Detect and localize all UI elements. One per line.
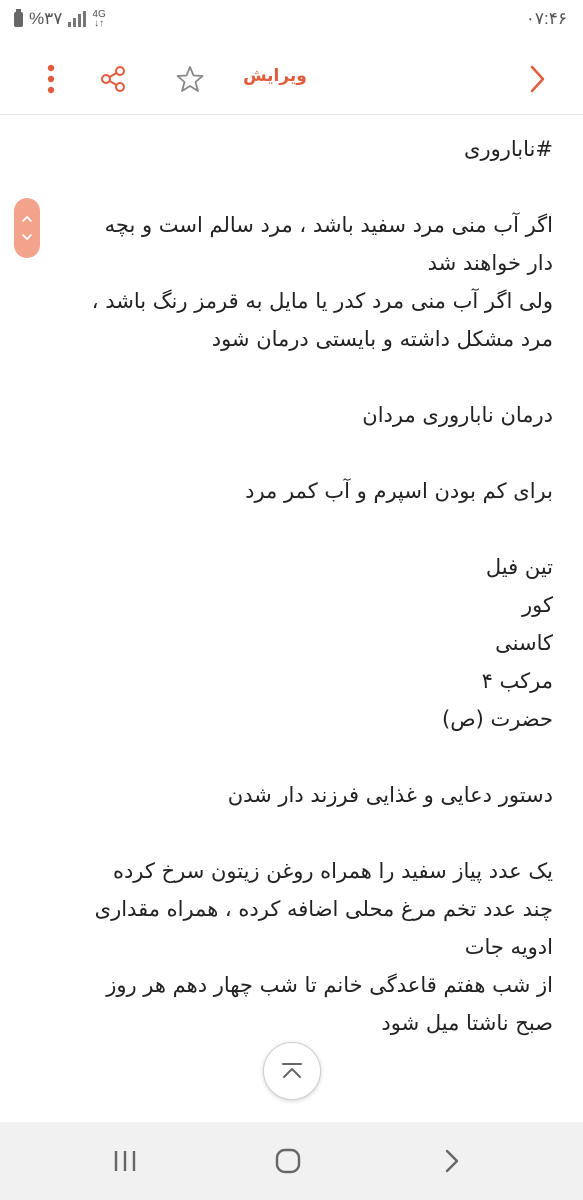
note-line: یک عدد پیاز سفید را همراه روغن زیتون سرخ… [112,859,553,883]
note-line [30,168,553,206]
note-line [30,510,553,548]
note-line: از شب هفتم قاعدگی خانم تا شب چهار دهم هر… [106,973,553,997]
edit-button[interactable]: ویرایش [230,66,320,86]
recents-icon [114,1151,136,1171]
nav-back-icon [445,1149,459,1173]
note-line: درمان ناباروری مردان [362,403,553,427]
scroll-up-down-icon [22,215,32,241]
note-line: ولی اگر آب منی مرد کدر یا مایل به قرمز ر… [91,289,553,313]
status-bar: %۳۷ 4G ↓↑ ۰۷:۴۶ [0,0,583,40]
favorite-button[interactable] [167,56,213,102]
share-icon [101,66,125,92]
star-icon [176,66,204,92]
system-navigation-bar [0,1122,583,1200]
note-line: چند عدد تخم مرغ محلی اضافه کرده ، همراه … [94,897,553,921]
note-line: ادویه جات [464,935,553,959]
more-icon [47,64,55,94]
note-line: دستور دعایی و غذایی فرزند دار شدن [227,783,553,807]
recents-button[interactable] [95,1139,155,1183]
note-line [30,814,553,852]
note-line: دار خواهند شد [427,251,553,275]
battery-percent: %۳۷ [29,9,63,28]
network-type: 4G ↓↑ [92,9,106,29]
more-options-button[interactable] [28,56,74,102]
scroll-to-top-button[interactable] [263,1042,321,1100]
note-line: مرد مشکل داشته و بایستی درمان شود [211,327,553,351]
clock: ۰۷:۴۶ [525,9,567,28]
battery-icon [14,8,23,27]
note-line [30,738,553,776]
home-icon [275,1148,301,1174]
signal-icon [68,11,87,27]
note-line: صبح ناشتا میل شود [381,1011,553,1035]
note-line: #ناباروری [464,137,553,161]
note-line: کور [522,593,553,617]
nav-back-button[interactable] [422,1139,482,1183]
note-line: اگر آب منی مرد سفید باشد ، مرد سالم است … [104,213,553,237]
home-button[interactable] [258,1139,318,1183]
note-line: حضرت (ص) [442,707,553,731]
scroll-to-top-icon [282,1063,302,1078]
note-line [30,358,553,396]
share-button[interactable] [90,56,136,102]
note-body[interactable]: #ناباروری اگر آب منی مرد سفید باشد ، مرد… [30,130,553,1118]
note-toolbar: ویرایش [0,44,583,115]
note-line: تین فیل [485,555,553,579]
note-line: کاسنی [495,631,553,655]
note-line: برای کم بودن اسپرم و آب کمر مرد [245,479,553,503]
note-line: مرکب ۴ [481,669,553,693]
back-button[interactable] [514,56,560,102]
fast-scroll-handle[interactable] [14,198,40,258]
note-line [30,434,553,472]
status-indicators: %۳۷ 4G ↓↑ [14,8,106,29]
back-icon [530,65,545,93]
